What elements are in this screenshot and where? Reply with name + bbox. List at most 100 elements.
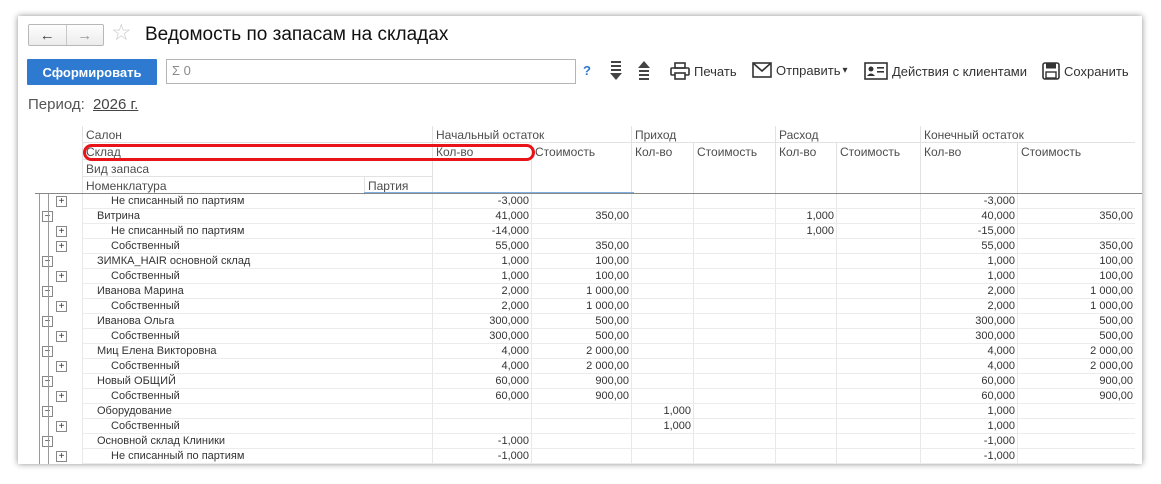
cell-pq xyxy=(631,284,693,299)
table-row[interactable]: + Собственный 1,000 100,00 1,000 100,00 xyxy=(35,269,1135,284)
cell-ks: 500,00 xyxy=(1017,329,1135,344)
expand-icon[interactable]: + xyxy=(56,361,67,372)
table-row[interactable]: −Оборудование1,0001,000 xyxy=(35,404,1135,419)
cell-kq: 2,000 xyxy=(920,299,1017,314)
cell-ks xyxy=(1017,419,1135,434)
generate-button[interactable]: Сформировать xyxy=(27,59,157,85)
table-row[interactable]: + Собственный 1,000 1,000 xyxy=(35,419,1135,434)
table-row[interactable]: + Собственный 55,000 350,00 55,000 350,00 xyxy=(35,239,1135,254)
expand-icon[interactable]: + xyxy=(56,421,67,432)
table-row[interactable]: −Миц Елена Викторовна4,0002 000,004,0002… xyxy=(35,344,1135,359)
chevron-down-icon: ▾ xyxy=(842,64,848,76)
cell-ps xyxy=(693,254,775,269)
cell-ps xyxy=(693,344,775,359)
forward-icon[interactable]: → xyxy=(65,25,104,45)
cell-rq xyxy=(775,359,836,374)
cell-rq xyxy=(775,404,836,419)
table-row[interactable]: −Основной склад Клиники-1,000-1,000 xyxy=(35,434,1135,449)
table-row[interactable]: + Собственный 2,000 1 000,00 2,000 1 000,00 xyxy=(35,299,1135,314)
header-rashod-kolvo: Кол-во xyxy=(775,143,836,193)
cell-rq xyxy=(775,254,836,269)
cell-ps xyxy=(693,269,775,284)
expand-icon[interactable]: + xyxy=(56,271,67,282)
back-icon[interactable]: ← xyxy=(29,25,66,45)
cell-rq: 1,000 xyxy=(775,209,836,224)
expand-icon[interactable]: + xyxy=(56,226,67,237)
client-actions-button[interactable]: Действия с клиентами xyxy=(864,62,1027,80)
print-label: Печать xyxy=(694,63,737,79)
cell-kq: 55,000 xyxy=(920,239,1017,254)
cell-ns: 500,00 xyxy=(531,329,631,344)
cell-ns: 350,00 xyxy=(531,209,631,224)
cell-kq: 40,000 xyxy=(920,209,1017,224)
table-row[interactable]: −Иванова Марина2,0001 000,002,0001 000,0… xyxy=(35,284,1135,299)
expand-icon[interactable]: + xyxy=(56,301,67,312)
cell-nq: 1,000 xyxy=(432,254,531,269)
sum-field[interactable]: Σ 0 xyxy=(166,59,576,84)
row-name: ЗИМКА_HAIR основной склад xyxy=(82,254,432,269)
cell-pq xyxy=(631,374,693,389)
row-name: Основной склад Клиники xyxy=(82,434,432,449)
print-button[interactable]: Печать xyxy=(670,62,737,80)
cell-ks: 500,00 xyxy=(1017,314,1135,329)
cell-rs xyxy=(836,284,920,299)
cell-ps xyxy=(693,389,775,404)
save-label: Сохранить xyxy=(1064,63,1129,79)
cell-ns xyxy=(531,434,631,449)
cell-nq: 60,000 xyxy=(432,389,531,404)
row-name: Собственный xyxy=(82,299,432,314)
cell-ns xyxy=(531,404,631,419)
cell-rq xyxy=(775,449,836,464)
table-row[interactable]: + Собственный 4,000 2 000,00 4,000 2 000,00 xyxy=(35,359,1135,374)
cell-nq xyxy=(432,404,531,419)
collapse-all-icon[interactable] xyxy=(636,60,652,82)
cell-ns: 500,00 xyxy=(531,314,631,329)
cell-kq: 1,000 xyxy=(920,269,1017,284)
table-row[interactable]: −Иванова Ольга300,000500,00300,000500,00 xyxy=(35,314,1135,329)
help-icon[interactable]: ? xyxy=(583,63,591,78)
cell-nq: 300,000 xyxy=(432,329,531,344)
cell-rs xyxy=(836,254,920,269)
header-kon-kolvo: Кол-во xyxy=(920,143,1017,193)
send-button[interactable]: Отправить ▾ xyxy=(752,62,848,78)
expand-all-icon[interactable] xyxy=(608,60,624,82)
table-row[interactable]: + Не списанный по партиям -14,000 1,000 -15,… xyxy=(35,224,1135,239)
table-row[interactable]: + Собственный 60,000 900,00 60,000 900,00 xyxy=(35,389,1135,404)
expand-icon[interactable]: + xyxy=(56,451,67,462)
cell-pq: 1,000 xyxy=(631,419,693,434)
row-name: Оборудование xyxy=(82,404,432,419)
cell-rq xyxy=(775,434,836,449)
cell-pq xyxy=(631,329,693,344)
save-button[interactable]: Сохранить xyxy=(1042,62,1129,80)
cell-rs xyxy=(836,269,920,284)
cell-ns: 900,00 xyxy=(531,374,631,389)
cell-rq xyxy=(775,239,836,254)
table-row[interactable]: −Новый ОБЩИЙ60,000900,0060,000900,00 xyxy=(35,374,1135,389)
cell-rq xyxy=(775,419,836,434)
cell-nq: 2,000 xyxy=(432,299,531,314)
cell-kq: -1,000 xyxy=(920,434,1017,449)
cell-rs xyxy=(836,434,920,449)
cell-ks: 1 000,00 xyxy=(1017,284,1135,299)
table-row[interactable]: −ЗИМКА_HAIR основной склад1,000100,001,0… xyxy=(35,254,1135,269)
expand-icon[interactable]: + xyxy=(56,241,67,252)
table-row[interactable]: −Витрина41,000350,001,00040,000350,00 xyxy=(35,209,1135,224)
expand-icon[interactable]: + xyxy=(56,391,67,402)
expand-icon[interactable]: + xyxy=(56,331,67,342)
cell-pq xyxy=(631,299,693,314)
favorite-star-icon[interactable]: ☆ xyxy=(111,21,132,44)
send-label: Отправить xyxy=(776,62,841,78)
table-row[interactable]: + Собственный 300,000 500,00 300,000 500,00 xyxy=(35,329,1135,344)
cell-pq xyxy=(631,239,693,254)
table-row[interactable]: + Не списанный по партиям -1,000 -1,000 xyxy=(35,449,1135,464)
header-nach-stoimost: Стоимость xyxy=(531,143,631,193)
expand-icon[interactable]: + xyxy=(56,196,67,207)
envelope-icon xyxy=(752,62,772,78)
cell-rs xyxy=(836,239,920,254)
cell-nq: -1,000 xyxy=(432,434,531,449)
table-row[interactable]: + Не списанный по партиям -3,000 -3,000 xyxy=(35,194,1135,209)
period-link[interactable]: 2026 г. xyxy=(93,96,138,113)
cell-ps xyxy=(693,329,775,344)
cell-nq: 4,000 xyxy=(432,359,531,374)
cell-ps xyxy=(693,404,775,419)
